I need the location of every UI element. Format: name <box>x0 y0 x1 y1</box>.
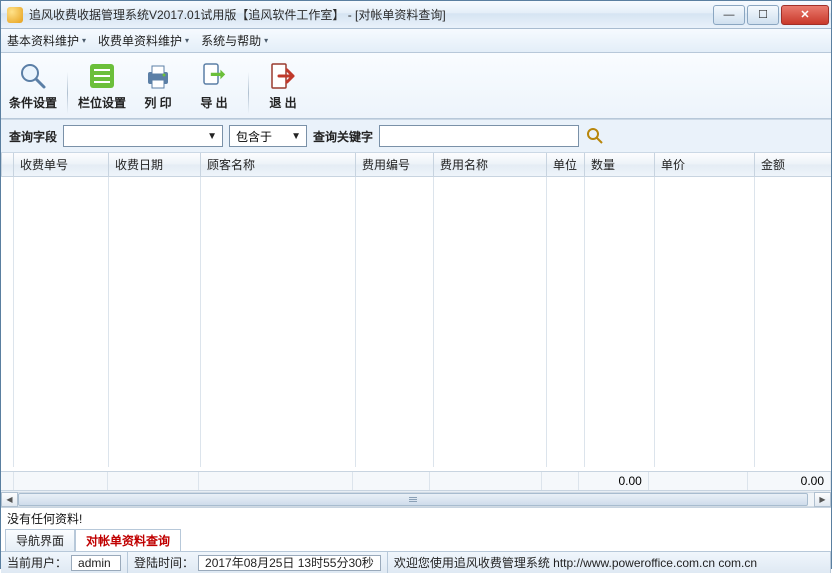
menu-bill-label: 收费单资料维护 <box>98 32 182 49</box>
scroll-right-button[interactable]: ▶ <box>814 492 831 507</box>
col-qty-header[interactable]: 数量 <box>585 153 655 177</box>
status-login-value: 2017年08月25日 13时55分30秒 <box>198 555 381 571</box>
summary-feename <box>430 472 542 490</box>
search-bar: 查询字段 ▼ 包含于 ▼ 查询关键字 <box>1 119 831 153</box>
scroll-left-button[interactable]: ◀ <box>1 492 18 507</box>
scroll-thumb[interactable] <box>18 493 808 506</box>
chevron-down-icon: ▾ <box>264 36 268 45</box>
bottom-tabs: 导航界面 对帐单资料查询 <box>1 529 831 551</box>
summary-qty: 0.00 <box>579 472 648 490</box>
chevron-down-icon: ▼ <box>204 128 220 144</box>
col-feeno-cell <box>356 177 434 467</box>
toolbar: 条件设置 栏位设置 列 印 导 出 退 出 <box>1 53 831 119</box>
summary-billno <box>14 472 108 490</box>
search-icon[interactable] <box>585 126 605 146</box>
title-bar: 追风收费收据管理系统V2017.01试用版【追风软件工作室】 - [对帐单资料查… <box>1 1 831 29</box>
status-bar: 当前用户： admin 登陆时间： 2017年08月25日 13时55分30秒 … <box>1 551 831 573</box>
status-welcome-text: 欢迎您使用追风收费管理系统 http://www.poweroffice.com… <box>394 554 757 571</box>
gutter-header <box>2 153 14 177</box>
exit-label: 退 出 <box>269 94 296 111</box>
separator <box>67 72 68 114</box>
search-op-value: 包含于 <box>236 128 288 145</box>
tab-nav-label: 导航界面 <box>16 534 64 548</box>
col-price-cell <box>655 177 755 467</box>
export-label: 导 出 <box>200 94 227 111</box>
col-customer-header[interactable]: 顾客名称 <box>201 153 356 177</box>
summary-billdate <box>108 472 199 490</box>
menu-basic[interactable]: 基本资料维护 ▾ <box>7 32 86 49</box>
print-label: 列 印 <box>144 94 171 111</box>
summary-customer <box>199 472 352 490</box>
summary-price <box>649 472 748 490</box>
chevron-down-icon: ▾ <box>185 36 189 45</box>
summary-feeno <box>353 472 430 490</box>
close-button[interactable]: ✕ <box>781 5 829 25</box>
col-amount-header[interactable]: 金额 <box>755 153 832 177</box>
magnifier-icon <box>17 60 49 92</box>
status-user: 当前用户： admin <box>1 552 128 573</box>
app-icon <box>7 7 23 23</box>
exit-button[interactable]: 退 出 <box>257 57 309 114</box>
col-unit-cell <box>547 177 585 467</box>
list-icon <box>86 60 118 92</box>
separator <box>248 72 249 114</box>
tab-nav[interactable]: 导航界面 <box>5 529 75 551</box>
tab-current[interactable]: 对帐单资料查询 <box>75 529 181 551</box>
status-login-label: 登陆时间： <box>134 554 194 571</box>
menu-system[interactable]: 系统与帮助 ▾ <box>201 32 268 49</box>
summary-row: 0.00 0.00 <box>1 471 831 491</box>
menu-system-label: 系统与帮助 <box>201 32 261 49</box>
status-user-label: 当前用户： <box>7 554 67 571</box>
condition-button[interactable]: 条件设置 <box>7 57 59 114</box>
search-field-label: 查询字段 <box>9 128 57 145</box>
chevron-down-icon: ▾ <box>82 36 86 45</box>
search-keyword-input[interactable] <box>379 125 579 147</box>
search-keyword-label: 查询关键字 <box>313 128 373 145</box>
export-button[interactable]: 导 出 <box>188 57 240 114</box>
chevron-down-icon: ▼ <box>288 128 304 144</box>
col-qty-cell <box>585 177 655 467</box>
columns-button[interactable]: 栏位设置 <box>76 57 128 114</box>
status-welcome: 欢迎您使用追风收费管理系统 http://www.poweroffice.com… <box>388 552 831 573</box>
minimize-button[interactable]: — <box>713 5 745 25</box>
col-feeno-header[interactable]: 费用编号 <box>356 153 434 177</box>
status-login: 登陆时间： 2017年08月25日 13时55分30秒 <box>128 552 388 573</box>
col-amount-cell <box>755 177 832 467</box>
col-billdate-cell <box>109 177 201 467</box>
col-feename-header[interactable]: 费用名称 <box>434 153 547 177</box>
summary-unit <box>542 472 580 490</box>
horizontal-scrollbar[interactable]: ◀ ▶ <box>1 491 831 508</box>
maximize-button[interactable]: ☐ <box>747 5 779 25</box>
search-op-combo[interactable]: 包含于 ▼ <box>229 125 307 147</box>
col-unit-header[interactable]: 单位 <box>547 153 585 177</box>
col-billno-header[interactable]: 收费单号 <box>14 153 109 177</box>
exit-icon <box>267 60 299 92</box>
search-field-combo[interactable]: ▼ <box>63 125 223 147</box>
menu-basic-label: 基本资料维护 <box>7 32 79 49</box>
export-icon <box>198 60 230 92</box>
tab-current-label: 对帐单资料查询 <box>86 534 170 548</box>
menu-bar: 基本资料维护 ▾ 收费单资料维护 ▾ 系统与帮助 ▾ <box>1 29 831 53</box>
col-billdate-header[interactable]: 收费日期 <box>109 153 201 177</box>
col-feename-cell <box>434 177 547 467</box>
condition-label: 条件设置 <box>9 94 57 111</box>
col-price-header[interactable]: 单价 <box>655 153 755 177</box>
print-button[interactable]: 列 印 <box>132 57 184 114</box>
printer-icon <box>142 60 174 92</box>
columns-label: 栏位设置 <box>78 94 126 111</box>
status-user-value: admin <box>71 555 121 571</box>
summary-amount: 0.00 <box>748 472 831 490</box>
menu-bill[interactable]: 收费单资料维护 ▾ <box>98 32 189 49</box>
scroll-track[interactable] <box>18 492 814 507</box>
no-data-text: 没有任何资料! <box>1 508 831 529</box>
data-grid: 收费单号收费日期顾客名称费用编号费用名称单位数量单价金额 <box>1 153 831 471</box>
window-title: 追风收费收据管理系统V2017.01试用版【追风软件工作室】 - [对帐单资料查… <box>29 6 713 23</box>
col-customer-cell <box>201 177 356 467</box>
col-billno-cell <box>14 177 109 467</box>
